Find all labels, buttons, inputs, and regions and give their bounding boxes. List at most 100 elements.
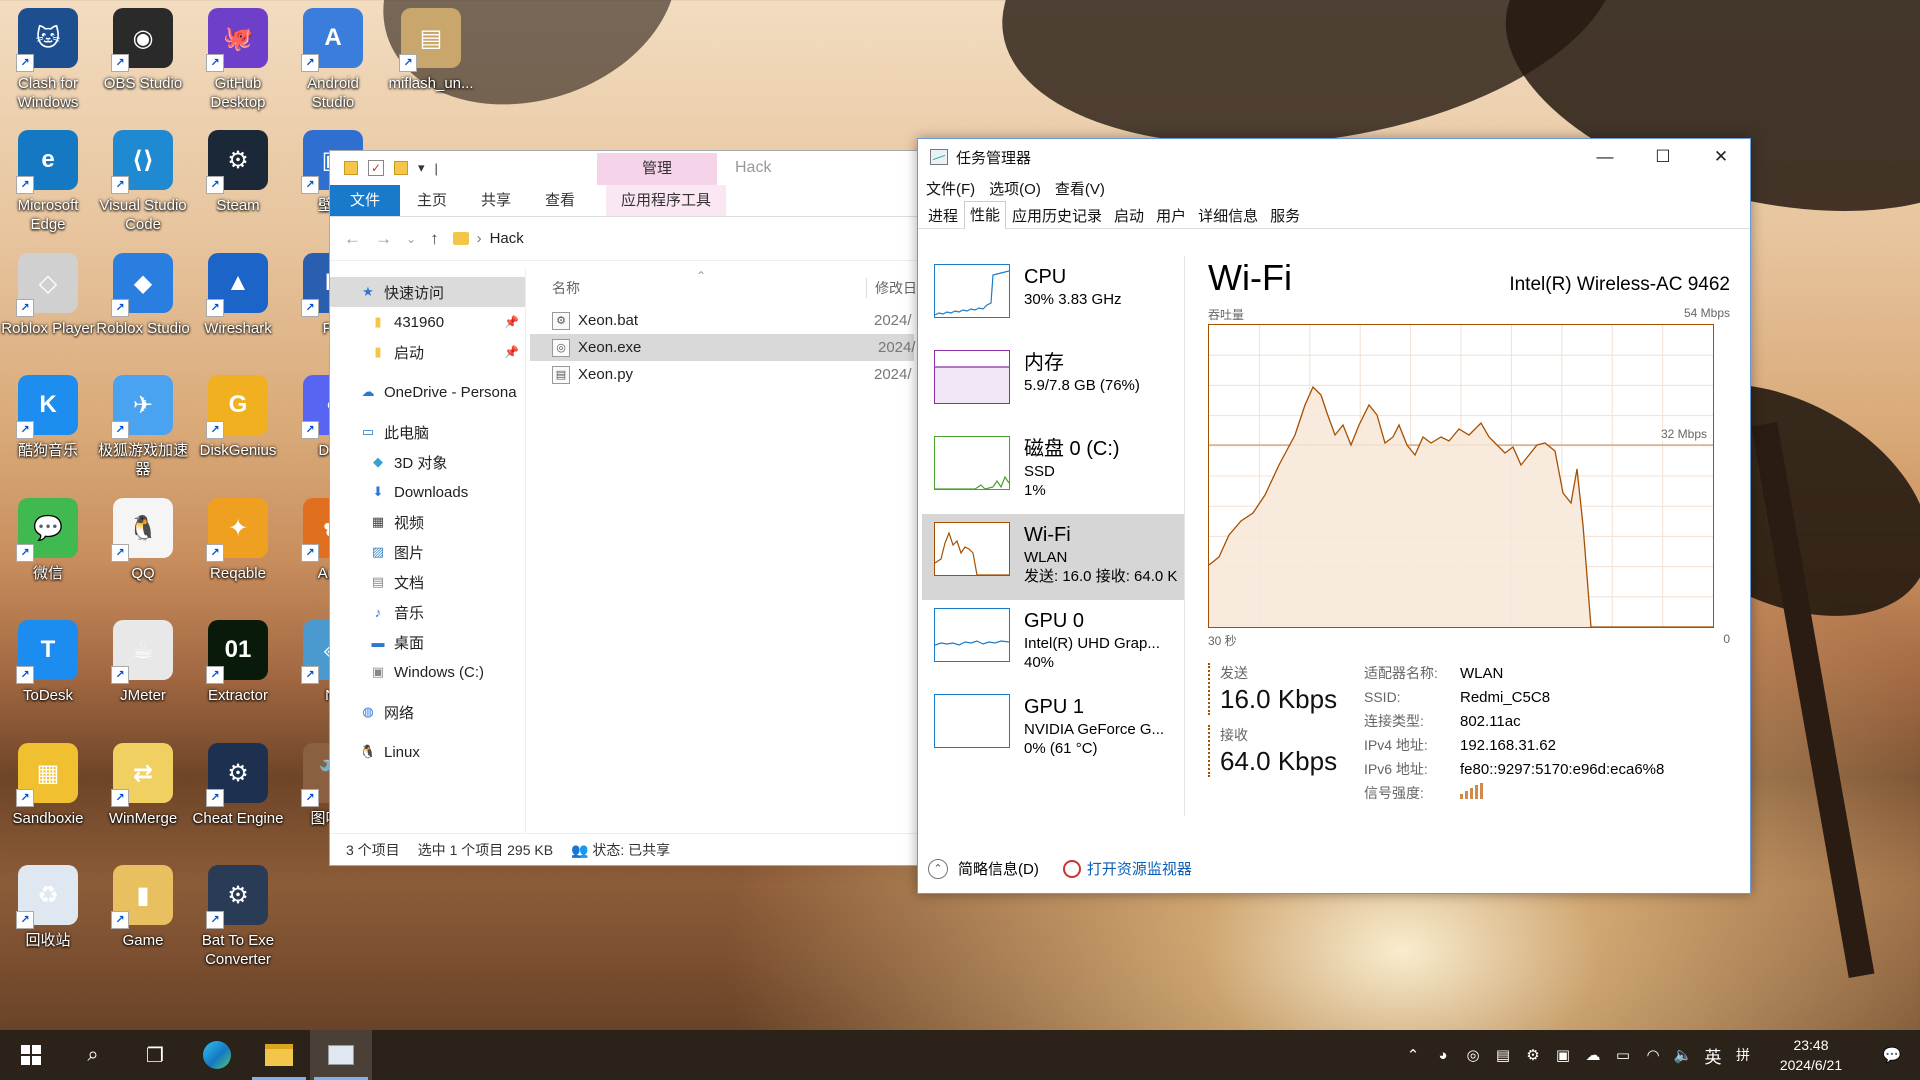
wifi-icon[interactable]: ◠ [1638,1046,1668,1064]
desktop-icon[interactable]: 🐙GitHub Desktop [192,8,284,126]
steam-icon[interactable]: ⚙ [1518,1046,1548,1064]
nav-item[interactable]: ▨ 图片 [330,537,525,567]
volume-icon[interactable]: 🔈 [1668,1046,1698,1064]
file-explorer-window[interactable]: ✓ ▾ | 管理 Hack 文件 主页 共享 查看 应用程序工具 ← → ⌄ ↑… [329,150,919,866]
chevron-down-icon[interactable]: ⌄ [406,232,416,246]
desktop-icon[interactable]: ▦ Sandboxie [2,743,94,861]
desktop-icon[interactable]: T ToDesk [2,620,94,738]
tab-view[interactable]: 查看 [528,185,592,216]
nav-item[interactable]: ◆ 3D 对象 [330,447,525,477]
tab-4[interactable]: 用户 [1150,203,1192,228]
perf-item[interactable]: GPU 0 Intel(R) UHD Grap... 40% [922,600,1184,686]
start-button[interactable] [0,1030,62,1080]
desktop-icon[interactable]: ☕ JMeter [97,620,189,738]
nav-item[interactable]: ♪ 音乐 [330,597,525,627]
nav-item[interactable]: ▦ 视频 [330,507,525,537]
desktop-icon[interactable]: ▲ Wireshark [192,253,284,371]
up-arrow-icon[interactable]: ↑ [430,229,439,249]
perf-item[interactable]: Wi-Fi WLAN 发送: 16.0 接收: 64.0 K [922,514,1184,600]
forward-arrow-icon[interactable]: → [375,229,392,249]
column-header-name[interactable]: 名称 [552,278,580,298]
desktop-icon[interactable]: ◆ Roblox Studio [96,253,190,371]
file-row[interactable]: ⚙ Xeon.bat 2024/ [526,307,918,334]
tab-0[interactable]: 进程 [922,203,964,228]
desktop-icon[interactable]: ◉ OBS Studio [97,8,189,126]
file-explorer-taskbar-icon[interactable] [248,1030,310,1080]
desktop-icon[interactable]: G DiskGenius [192,375,284,493]
chevron-up-icon[interactable]: ⌃ [1398,1046,1428,1064]
desktop-icon[interactable]: 🐧 QQ [97,498,189,616]
tab-5[interactable]: 详细信息 [1192,203,1264,228]
desktop-icon[interactable]: eMicrosoft Edge [2,130,94,248]
new-folder-icon[interactable] [394,161,408,175]
task-manager-window[interactable]: 任务管理器 — ☐ ✕ 文件(F) 选项(O) 查看(V) 进程 性能 应用历史记录… [917,138,1751,894]
edge-taskbar-icon[interactable] [186,1030,248,1080]
tab-6[interactable]: 服务 [1264,203,1306,228]
desktop-icon[interactable]: 💬 微信 [2,498,94,616]
desktop-icon[interactable]: ⟨⟩Visual Studio Code [97,130,189,248]
chevron-up-icon[interactable]: ⌃ [928,858,948,879]
perf-item[interactable]: GPU 1 NVIDIA GeForce G... 0% (61 °C) [922,686,1184,772]
tab-share[interactable]: 共享 [464,185,528,216]
desktop-icon[interactable]: ▤ miflash_un... [385,8,477,126]
app-tray-icon[interactable]: ▣ [1548,1046,1578,1064]
nav-item[interactable]: ▤ 文档 [330,567,525,597]
tab-file[interactable]: 文件 [330,185,401,216]
discord-icon[interactable]: ◕ [1428,1047,1458,1064]
menu-file[interactable]: 文件(F) [926,178,975,199]
nav-item[interactable]: ★ 快速访问 [330,277,525,307]
tab-app-tools[interactable]: 应用程序工具 [606,185,727,216]
notification-icon[interactable]: 💬 [1864,1046,1920,1064]
desktop-icon[interactable]: 01 Extractor [192,620,284,738]
minimize-button[interactable]: — [1576,139,1634,175]
desktop-icon[interactable]: ⚙ Steam [192,130,284,248]
menu-options[interactable]: 选项(O) [989,178,1041,199]
desktop-icon[interactable]: ♻ 回收站 [2,865,94,983]
task-view-icon[interactable]: ❐ [124,1030,186,1080]
search-icon[interactable]: ⌕ [62,1030,124,1080]
desktop-icon[interactable]: ✈极狐游戏加速器 [97,375,189,493]
nav-item[interactable]: 🐧 Linux [330,737,525,767]
breadcrumb[interactable]: › Hack [452,230,524,247]
nav-item[interactable]: ▣ Windows (C:) [330,657,525,687]
desktop-icon[interactable]: ⚙Bat To Exe Converter [192,865,284,983]
task-manager-taskbar-icon[interactable] [310,1030,372,1080]
fewer-details-link[interactable]: 简略信息(D) [958,858,1039,879]
nav-item[interactable]: ▮ 启动 📌 [330,337,525,367]
close-button[interactable]: ✕ [1692,139,1750,175]
resource-monitor-label[interactable]: 打开资源监视器 [1087,858,1192,879]
nav-item[interactable]: ▬ 桌面 [330,627,525,657]
tab-1[interactable]: 性能 [964,201,1007,229]
perf-item[interactable]: 磁盘 0 (C:) SSD 1% [922,428,1184,514]
resource-monitor-link[interactable]: 打开资源监视器 [1062,858,1192,879]
chevron-down-icon[interactable]: ▾ [418,160,425,176]
desktop-icon[interactable]: ⚙ Cheat Engine [192,743,284,861]
desktop-icon[interactable]: AAndroid Studio [287,8,379,126]
desktop-icon[interactable]: ◇ Roblox Player [1,253,95,371]
column-header-modified[interactable]: 修改日 [866,278,917,298]
tab-home[interactable]: 主页 [400,185,464,216]
nav-item[interactable]: ◍ 网络 [330,697,525,727]
back-arrow-icon[interactable]: ← [344,229,361,249]
ime-mode-indicator[interactable]: 拼 [1728,1045,1758,1065]
perf-item[interactable]: CPU 30% 3.83 GHz [922,256,1184,342]
menu-view[interactable]: 查看(V) [1055,178,1105,199]
desktop-icon[interactable]: ▮ Game [97,865,189,983]
tab-3[interactable]: 启动 [1108,203,1150,228]
desktop-icon[interactable]: 🐱Clash for Windows [2,8,94,126]
nav-item[interactable]: ⬇ Downloads [330,477,525,507]
nav-item[interactable]: ☁ OneDrive - Persona [330,377,525,407]
breadcrumb-item[interactable]: Hack [490,230,524,247]
perf-item[interactable]: 内存 5.9/7.8 GB (76%) [922,342,1184,428]
clash-icon[interactable]: ◎ [1458,1046,1488,1064]
desktop-icon[interactable]: ⇄ WinMerge [97,743,189,861]
battery-icon[interactable]: ▭ [1608,1046,1638,1064]
usb-icon[interactable]: ▤ [1488,1046,1518,1064]
file-row[interactable]: ▤ Xeon.py 2024/ [526,361,918,388]
desktop-icon[interactable]: K 酷狗音乐 [2,375,94,493]
desktop-icon[interactable]: ✦ Reqable [192,498,284,616]
maximize-button[interactable]: ☐ [1634,139,1692,175]
ime-language-indicator[interactable]: 英 [1698,1043,1728,1068]
tab-2[interactable]: 应用历史记录 [1006,203,1108,228]
onedrive-icon[interactable]: ☁ [1578,1046,1608,1064]
